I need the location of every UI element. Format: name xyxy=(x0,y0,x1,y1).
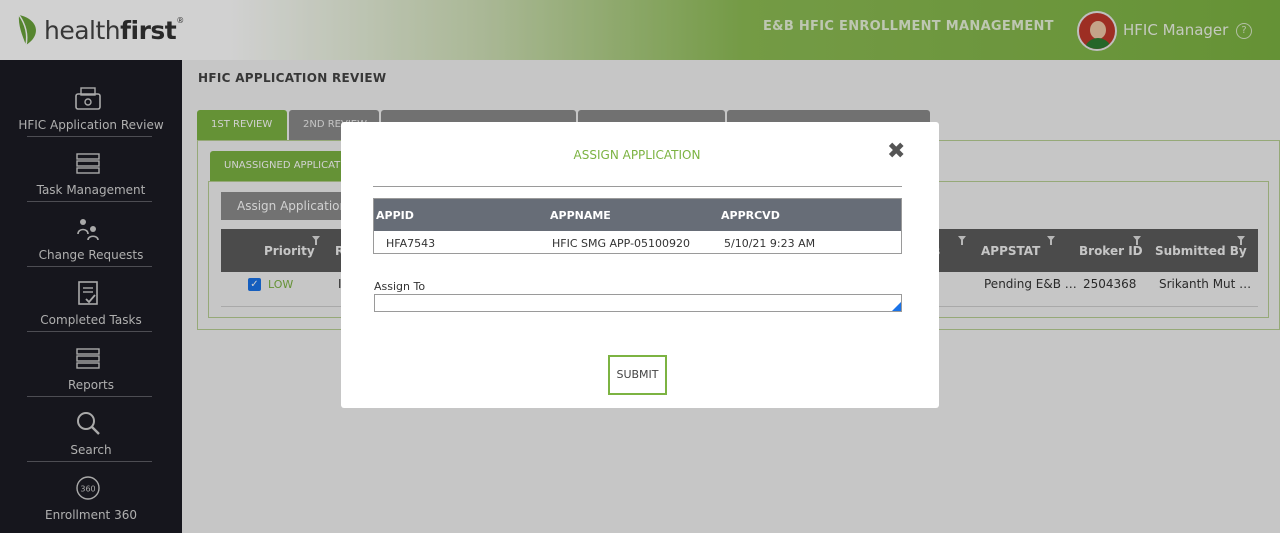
assign-to-field[interactable] xyxy=(374,294,902,312)
close-icon[interactable]: ✖ xyxy=(887,141,907,163)
column-header-appname: APPNAME xyxy=(550,209,611,222)
column-header-appid: APPID xyxy=(376,209,414,222)
table-header: APPID APPNAME APPRCVD xyxy=(374,199,901,231)
submit-button[interactable]: SUBMIT xyxy=(608,355,667,395)
column-header-apprcvd: APPRCVD xyxy=(721,209,780,222)
divider xyxy=(373,186,902,187)
assign-to-label: Assign To xyxy=(374,280,426,293)
appid-cell: HFA7543 xyxy=(386,237,436,250)
dialog-title: ASSIGN APPLICATION xyxy=(573,148,701,162)
resize-handle-icon[interactable] xyxy=(892,302,901,311)
assign-application-dialog: ASSIGN APPLICATION ✖ APPID APPNAME APPRC… xyxy=(341,122,939,408)
application-table: APPID APPNAME APPRCVD HFA7543 HFIC SMG A… xyxy=(373,198,902,254)
apprcvd-cell: 5/10/21 9:23 AM xyxy=(724,237,816,250)
appname-cell: HFIC SMG APP-05100920 xyxy=(552,237,691,250)
